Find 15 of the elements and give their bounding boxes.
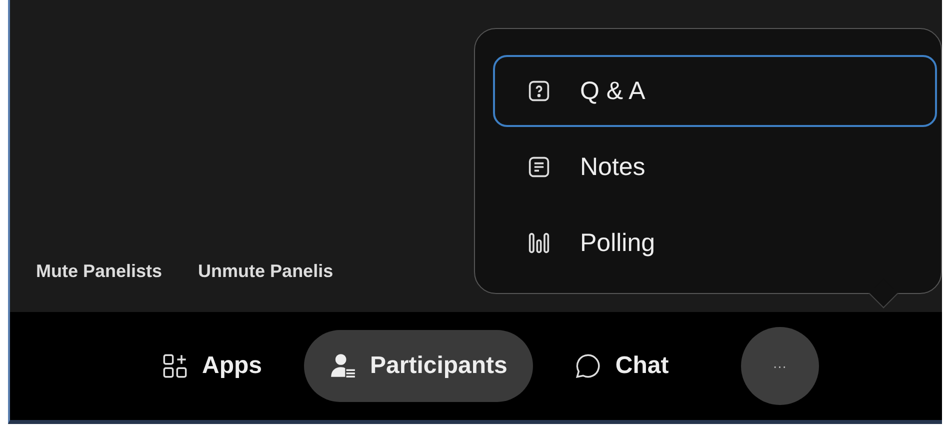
menu-item[interactable]: Notes — [493, 131, 937, 203]
toolbar-button[interactable]: Participants — [304, 330, 534, 402]
panel-action-button[interactable]: Unmute Panelis — [198, 261, 334, 282]
note-icon — [528, 156, 550, 178]
toolbar-button[interactable]: Chat — [555, 330, 689, 402]
apps-icon — [162, 353, 188, 379]
menu-item[interactable]: Q & A — [493, 55, 937, 127]
toolbar-button[interactable]: Apps — [142, 330, 282, 402]
panel-action-button[interactable]: Mute Panelists — [36, 261, 162, 282]
person-list-icon — [330, 353, 356, 379]
bar-chart-icon — [528, 232, 550, 254]
question-icon — [528, 80, 550, 102]
menu-item[interactable]: Polling — [493, 207, 937, 279]
chat-bubble-icon — [575, 353, 602, 379]
more-button[interactable]: ··· — [740, 327, 819, 405]
